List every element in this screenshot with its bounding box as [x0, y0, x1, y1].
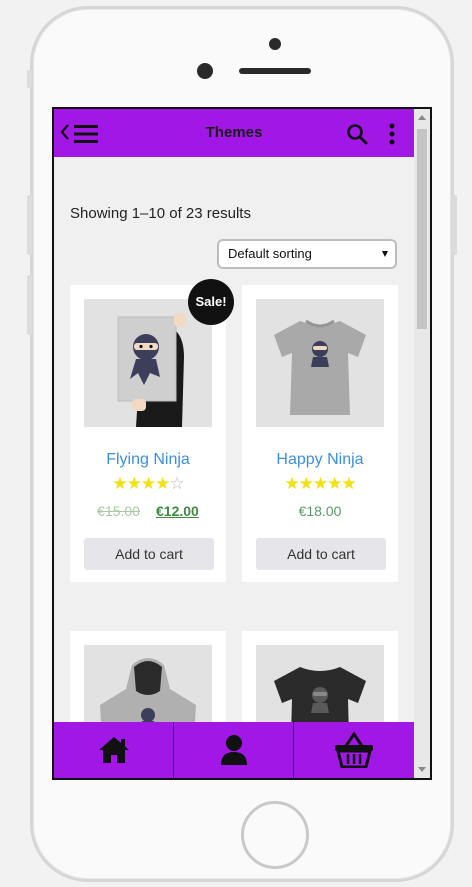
star-outline-icon: ☆ [169, 474, 184, 493]
add-to-cart-button[interactable]: Add to cart [84, 538, 214, 570]
price-row: €18.00 [242, 503, 398, 519]
star-icon: ★★★★★ [284, 474, 356, 493]
star-rating: ★★★★☆ [70, 474, 226, 494]
app-screen: Themes Showing 1–10 of 23 results Defaul… [52, 107, 432, 780]
mute-switch [27, 70, 32, 88]
more-options-icon[interactable] [388, 123, 396, 145]
product-image-ninja-tshirt-grey[interactable] [256, 299, 384, 427]
bottom-navigation [54, 722, 414, 778]
basket-icon[interactable] [334, 732, 374, 768]
volume-down-button [27, 275, 32, 335]
scrollbar[interactable] [414, 109, 430, 778]
product-card[interactable]: Happy Ninja ★★★★★ €18.00 Add to cart [242, 285, 398, 582]
nav-cart[interactable] [294, 722, 414, 778]
search-icon[interactable] [346, 123, 368, 145]
home-icon[interactable] [97, 735, 131, 765]
price: €18.00 [298, 503, 342, 519]
product-card[interactable]: Flying Ninja ★★★★☆ €15.00 €12.00 Add to c… [70, 285, 226, 582]
user-icon[interactable] [219, 734, 249, 766]
sorting-selected-label: Default sorting [228, 246, 312, 261]
results-count: Showing 1–10 of 23 results [70, 205, 251, 222]
scrollbar-thumb[interactable] [417, 129, 427, 329]
power-button [452, 195, 457, 255]
star-icon: ★★★★ [112, 474, 170, 493]
add-to-cart-button[interactable]: Add to cart [256, 538, 386, 570]
dropdown-arrow-icon [382, 251, 388, 257]
sale-badge: Sale! [188, 279, 234, 325]
sale-price: €12.00 [156, 503, 199, 519]
nav-home[interactable] [54, 722, 174, 778]
product-image-ninja-poster[interactable] [84, 299, 212, 427]
home-button[interactable] [241, 801, 309, 869]
proximity-sensor [197, 63, 213, 79]
front-camera [269, 38, 281, 50]
volume-up-button [27, 195, 32, 255]
app-header: Themes [54, 109, 414, 157]
product-name[interactable]: Flying Ninja [70, 451, 226, 469]
sorting-select[interactable]: Default sorting [217, 239, 397, 269]
star-rating: ★★★★★ [242, 474, 398, 494]
old-price: €15.00 [97, 503, 140, 519]
scroll-down-arrow-icon[interactable] [418, 767, 426, 772]
scroll-up-arrow-icon[interactable] [418, 115, 426, 120]
earpiece-speaker [239, 68, 311, 74]
price-row: €15.00 €12.00 [70, 503, 226, 519]
nav-account[interactable] [174, 722, 294, 778]
product-name[interactable]: Happy Ninja [242, 451, 398, 469]
